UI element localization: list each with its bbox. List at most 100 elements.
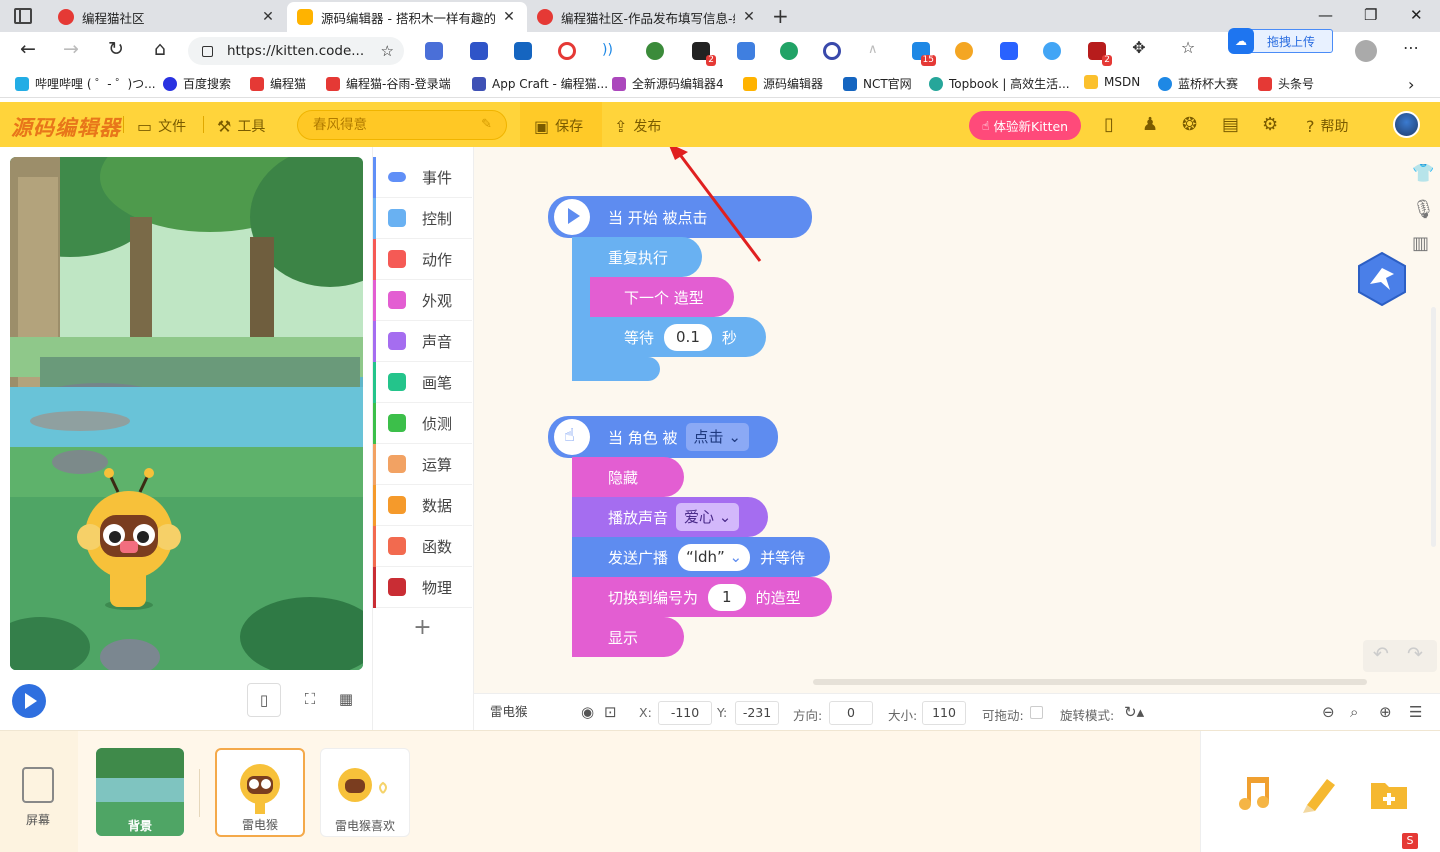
save-button[interactable]: ▣ 保存 bbox=[520, 102, 602, 147]
costume-number-input[interactable]: 1 bbox=[708, 583, 746, 611]
tab-close-icon[interactable]: ✕ bbox=[260, 9, 276, 25]
mobile-preview-icon[interactable]: ▯ bbox=[1104, 114, 1114, 135]
category-pen[interactable]: 画笔 bbox=[373, 362, 472, 403]
y-coordinate-input[interactable]: -231 bbox=[735, 701, 779, 725]
grid-icon[interactable]: ▦ bbox=[329, 683, 363, 717]
broadcast-and-wait-block[interactable]: 发送广播 “ldh” ⌄ 并等待 bbox=[572, 537, 830, 577]
draggable-checkbox[interactable] bbox=[1030, 706, 1043, 719]
play-sound-block[interactable]: 播放声音 爱心 ⌄ bbox=[572, 497, 768, 537]
extension-icon[interactable] bbox=[737, 42, 755, 60]
close-window-button[interactable]: ✕ bbox=[1410, 6, 1423, 24]
paint-pencil-icon[interactable] bbox=[1299, 773, 1339, 813]
tools-menu[interactable]: ⚒ 工具 bbox=[217, 116, 265, 136]
address-bar[interactable]: https://kitten.code... ☆ bbox=[188, 37, 404, 65]
category-operators[interactable]: 运算 bbox=[373, 444, 472, 485]
wait-seconds-input[interactable]: 0.1 bbox=[664, 323, 712, 351]
backpack-icon[interactable]: ▤ bbox=[1222, 114, 1239, 135]
bookmark-bilibili[interactable]: 哔哩哔哩 ( ゜- ゜)つ... bbox=[15, 75, 156, 92]
hide-block[interactable]: 隐藏 bbox=[572, 457, 684, 497]
user-avatar[interactable] bbox=[1393, 111, 1420, 138]
stage-canvas[interactable] bbox=[10, 157, 363, 670]
bookmark-new-editor[interactable]: 全新源码编辑器4 bbox=[612, 75, 724, 92]
broadcast-message-dropdown[interactable]: “ldh” ⌄ bbox=[678, 543, 751, 571]
workspace-menu-icon[interactable]: ☰ bbox=[1409, 703, 1422, 721]
extension-icon[interactable] bbox=[646, 42, 664, 60]
restore-button[interactable]: ❐ bbox=[1364, 6, 1377, 24]
bookmark-appcraft[interactable]: App Craft - 编程猫... bbox=[472, 75, 608, 92]
tab-close-icon[interactable]: ✕ bbox=[741, 9, 757, 25]
browser-menu-icon[interactable]: ⋯ bbox=[1398, 38, 1424, 57]
new-tab-button[interactable]: + bbox=[772, 4, 789, 28]
lock-icon[interactable]: ⊡ bbox=[604, 703, 617, 721]
extension-icon[interactable] bbox=[1000, 42, 1018, 60]
extension-icon[interactable] bbox=[823, 42, 841, 60]
extension-icon[interactable] bbox=[780, 42, 798, 60]
show-block[interactable]: 显示 bbox=[572, 617, 684, 657]
favorites-icon[interactable]: ☆ bbox=[1175, 38, 1201, 57]
rotation-mode-dropdown[interactable]: ↻▴ bbox=[1124, 703, 1144, 721]
redo-icon[interactable]: ↷ bbox=[1407, 643, 1423, 665]
next-costume-block[interactable]: 下一个 造型 bbox=[590, 277, 734, 317]
zoom-in-icon[interactable]: ⊕ bbox=[1379, 703, 1392, 721]
zoom-out-icon[interactable]: ⊖ bbox=[1322, 703, 1335, 721]
extension-icon[interactable]: 15 bbox=[912, 42, 936, 66]
when-sprite-clicked-block[interactable]: ☝ 当 角色 被 点击 ⌄ bbox=[548, 416, 778, 458]
home-button[interactable]: ⌂ bbox=[147, 38, 173, 60]
translate-extension-icon[interactable] bbox=[425, 42, 443, 60]
chrome-extension-icon[interactable] bbox=[558, 42, 576, 60]
back-button[interactable]: ← bbox=[15, 38, 41, 60]
size-input[interactable]: 110 bbox=[922, 701, 966, 725]
sprite-thunder-monkey[interactable]: 雷电猴 bbox=[215, 748, 305, 837]
when-start-clicked-block[interactable]: 当 开始 被点击 bbox=[548, 196, 812, 238]
forward-button[interactable]: → bbox=[58, 38, 84, 60]
settings-icon[interactable]: ⚙ bbox=[1262, 114, 1278, 135]
visibility-eye-icon[interactable]: ◉ bbox=[581, 703, 594, 721]
zoom-reset-icon[interactable]: ⌕ bbox=[1350, 703, 1358, 721]
category-events[interactable]: 事件 bbox=[373, 157, 472, 198]
switch-costume-block[interactable]: 切换到编号为 1 的造型 bbox=[572, 577, 832, 617]
current-sprite-badge-icon[interactable] bbox=[1357, 252, 1407, 306]
extension-icon[interactable]: ∧ bbox=[868, 42, 886, 60]
extensions-puzzle-icon[interactable]: ✥ bbox=[1126, 38, 1152, 57]
extension-icon[interactable]: )) bbox=[602, 42, 620, 60]
undo-icon[interactable]: ↶ bbox=[1373, 643, 1389, 665]
sound-dropdown[interactable]: 爱心 ⌄ bbox=[676, 503, 740, 531]
bookmark-codemao[interactable]: 编程猫 bbox=[250, 75, 306, 92]
sogou-ime-icon[interactable]: S bbox=[1402, 833, 1418, 849]
help-menu[interactable]: ? 帮助 bbox=[1306, 116, 1349, 136]
bookmark-codemao-guyu[interactable]: 编程猫-谷雨-登录端 bbox=[326, 75, 451, 92]
extensions-icon[interactable]: ❂ bbox=[1182, 114, 1197, 135]
tab-close-icon[interactable]: ✕ bbox=[501, 9, 517, 25]
sprite-thunder-monkey-likes[interactable]: 雷电猴喜欢 bbox=[320, 748, 410, 837]
microphone-icon[interactable]: 🎙 bbox=[1412, 199, 1435, 220]
try-new-kitten-button[interactable]: ☝ 体验新Kitten bbox=[969, 111, 1081, 140]
category-data[interactable]: 数据 bbox=[373, 485, 472, 526]
bookmark-baidu[interactable]: 百度搜索 bbox=[163, 75, 231, 92]
forever-block[interactable]: 重复执行 bbox=[572, 237, 702, 277]
favorite-star-icon[interactable]: ☆ bbox=[381, 42, 394, 60]
fullscreen-icon[interactable]: ⛶ bbox=[293, 683, 327, 717]
drag-upload-button[interactable]: ☁ 拖拽上传 bbox=[1228, 28, 1333, 54]
bookmark-lanqiao[interactable]: 蓝桥杯大赛 bbox=[1158, 75, 1238, 92]
extension-icon[interactable] bbox=[1043, 42, 1061, 60]
category-sound[interactable]: 声音 bbox=[373, 321, 472, 362]
extension-icon[interactable]: 2 bbox=[692, 42, 716, 66]
category-sensing[interactable]: 侦测 bbox=[373, 403, 472, 444]
chart-icon[interactable]: ▥ bbox=[1412, 233, 1429, 254]
browser-tab-publish[interactable]: 编程猫社区-作品发布填写信息-编 ✕ bbox=[527, 2, 767, 32]
category-functions[interactable]: 函数 bbox=[373, 526, 472, 567]
horizontal-scrollbar[interactable] bbox=[813, 679, 1367, 685]
bookmark-toutiao[interactable]: 头条号 bbox=[1258, 75, 1314, 92]
browser-tab-editor[interactable]: 源码编辑器 - 搭积木一样有趣的编 ✕ bbox=[287, 2, 527, 32]
category-looks[interactable]: 外观 bbox=[373, 280, 472, 321]
browser-tab-community[interactable]: 编程猫社区 ✕ bbox=[48, 2, 286, 32]
robot-icon[interactable]: ♟ bbox=[1142, 114, 1158, 135]
bookmark-editor[interactable]: 源码编辑器 bbox=[743, 75, 823, 92]
minimize-button[interactable]: — bbox=[1318, 6, 1333, 24]
costume-tshirt-icon[interactable]: 👕 bbox=[1412, 163, 1434, 184]
screen-tab[interactable]: 屏幕 bbox=[0, 731, 78, 852]
category-physics[interactable]: 物理 bbox=[373, 567, 472, 608]
wait-block[interactable]: 等待 0.1 秒 bbox=[590, 317, 766, 357]
sprite-background[interactable]: 背景 bbox=[96, 748, 184, 836]
code-workspace[interactable]: 当 开始 被点击 重复执行 下一个 造型 等待 0.1 秒 ☝ 当 角色 被 点… bbox=[474, 147, 1440, 730]
